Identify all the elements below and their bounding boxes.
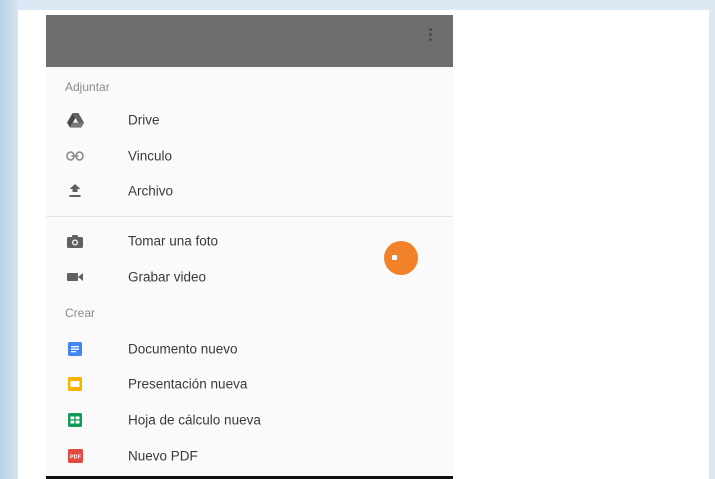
docs-icon bbox=[66, 340, 84, 358]
background-top-strip bbox=[0, 0, 715, 10]
menu-item-label: Grabar video bbox=[128, 269, 207, 285]
menu-item-label: Presentación nueva bbox=[128, 376, 248, 392]
video-icon bbox=[66, 268, 84, 286]
menu-item-new-pdf[interactable]: PDF Nuevo PDF bbox=[46, 439, 453, 473]
menu-item-drive[interactable]: Drive bbox=[46, 103, 453, 137]
background-right-strip bbox=[709, 0, 715, 479]
sheets-icon bbox=[66, 411, 84, 429]
camera-icon bbox=[66, 232, 84, 250]
menu-item-label: Drive bbox=[128, 112, 160, 128]
app-bar bbox=[46, 15, 453, 67]
drive-icon bbox=[66, 111, 84, 129]
section-divider bbox=[46, 216, 453, 217]
menu-item-label: Vinculo bbox=[128, 148, 173, 164]
more-vert-icon[interactable] bbox=[427, 28, 433, 44]
fab-icon bbox=[392, 255, 397, 260]
menu-item-label: Hoja de cálculo nueva bbox=[128, 412, 261, 428]
menu-item-label: Documento nuevo bbox=[128, 341, 238, 357]
section-header-attach: Adjuntar bbox=[65, 80, 110, 94]
fab-button[interactable] bbox=[384, 241, 418, 275]
menu-item-file[interactable]: Archivo bbox=[46, 174, 453, 208]
menu-item-label: Archivo bbox=[128, 183, 174, 199]
menu-item-new-spreadsheet[interactable]: Hoja de cálculo nueva bbox=[46, 403, 453, 437]
menu-item-link[interactable]: Vinculo bbox=[46, 139, 453, 173]
menu-item-new-document[interactable]: Documento nuevo bbox=[46, 332, 453, 366]
section-header-create: Crear bbox=[65, 306, 96, 320]
upload-icon bbox=[66, 182, 84, 200]
background-left-strip bbox=[0, 0, 18, 479]
menu-item-label: Nuevo PDF bbox=[128, 448, 198, 464]
slides-icon bbox=[66, 375, 84, 393]
pdf-icon-text: PDF bbox=[70, 455, 82, 461]
menu-item-label: Tomar una foto bbox=[128, 233, 219, 249]
pdf-icon: PDF bbox=[66, 447, 84, 465]
menu-item-new-presentation[interactable]: Presentación nueva bbox=[46, 367, 453, 401]
link-icon bbox=[66, 147, 84, 165]
